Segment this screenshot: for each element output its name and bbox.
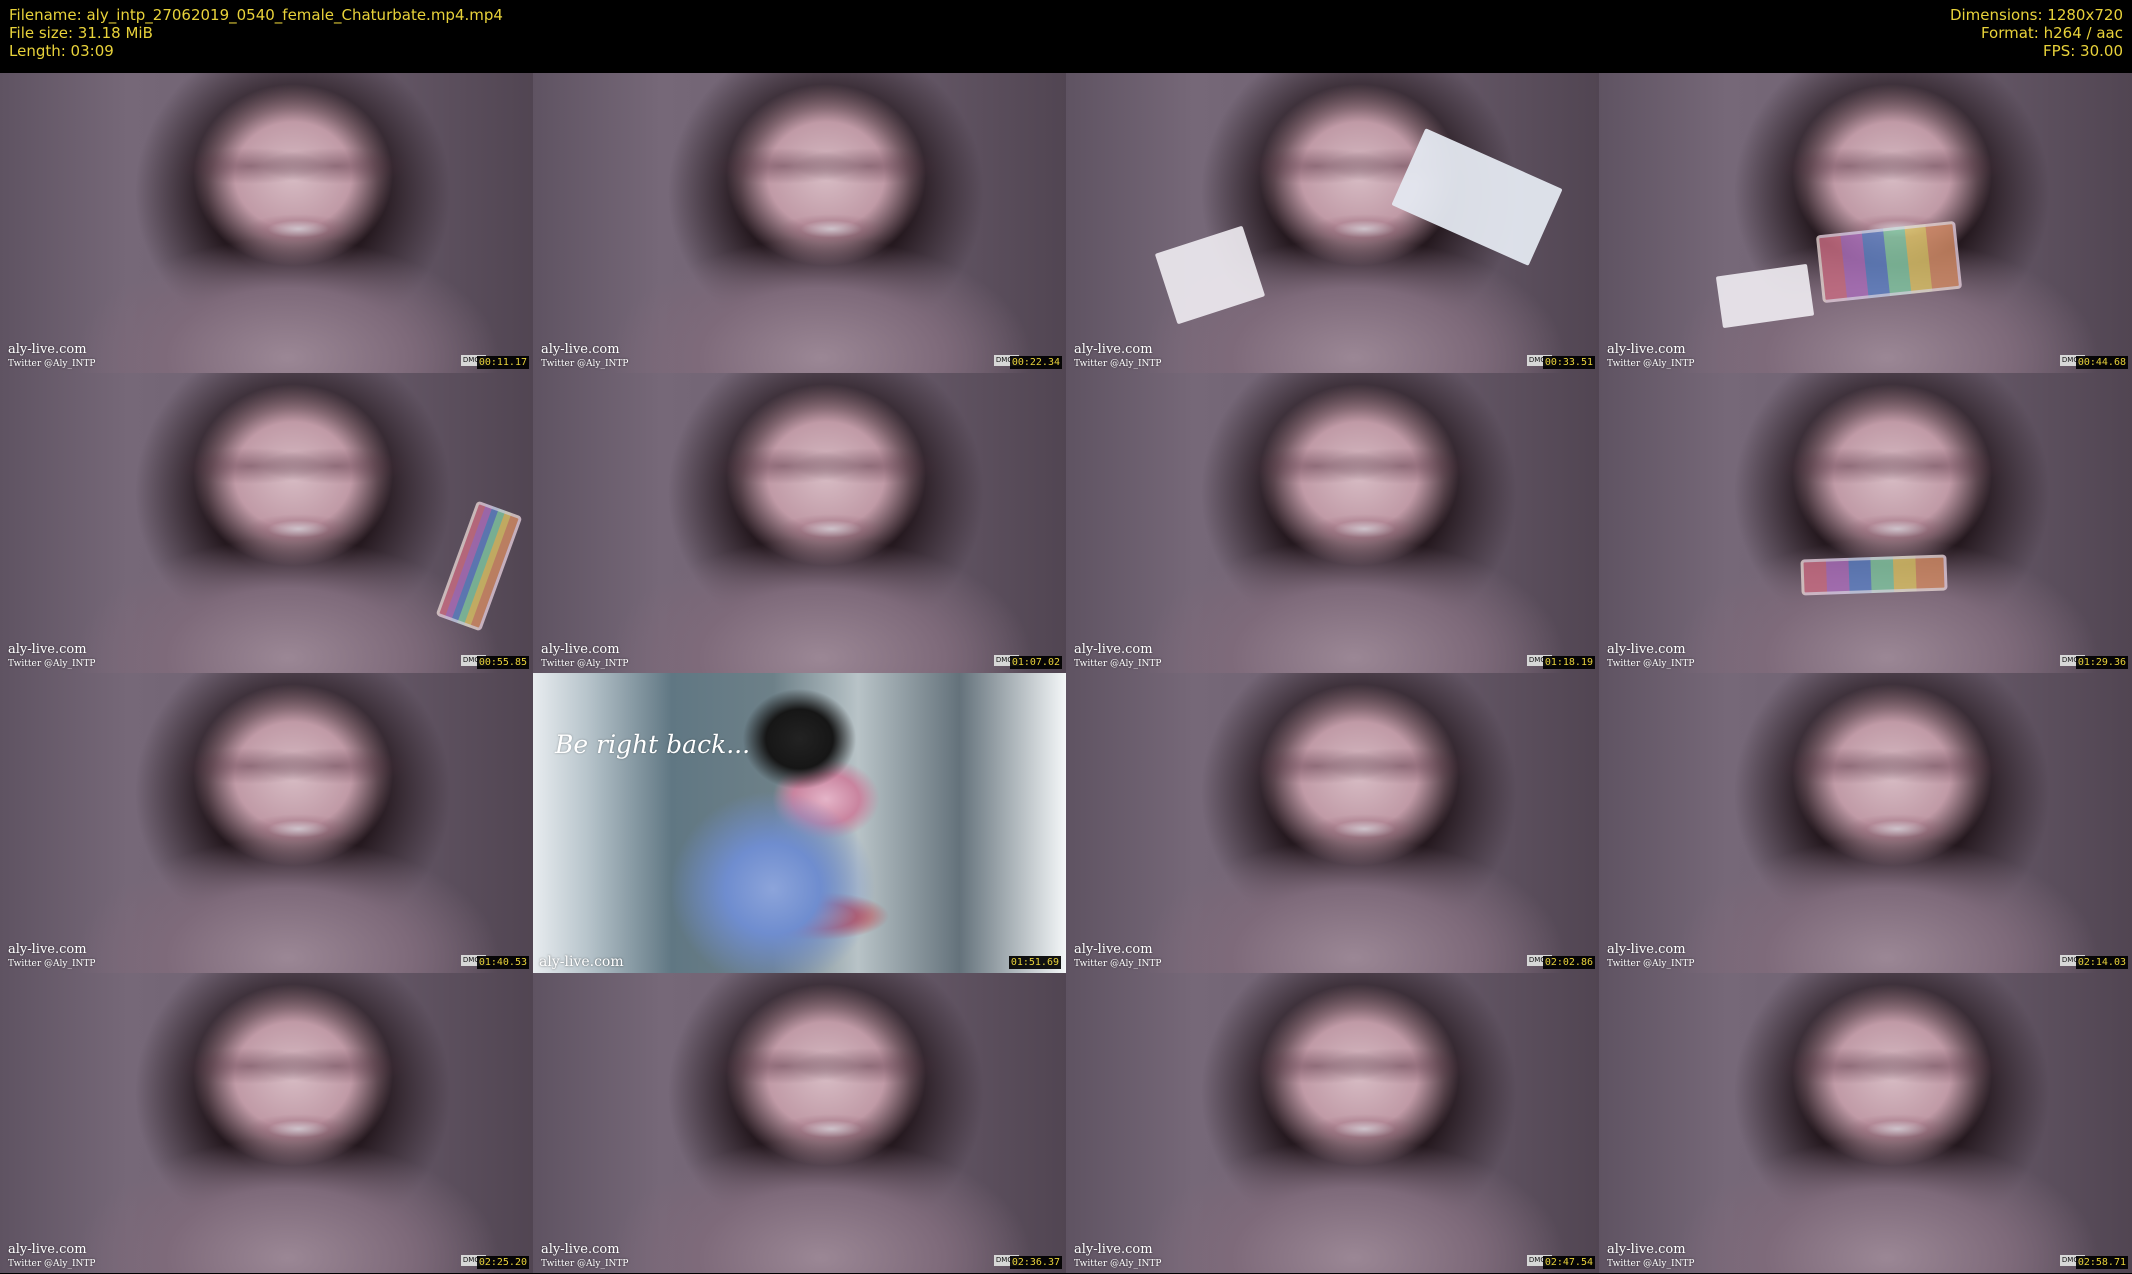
video-thumbnail-1: aly-live.com Twitter @Aly_INTP DMCA 00:1… [0,73,533,373]
watermark-site-text: aly-live.com [541,1242,620,1257]
timestamp-label: 01:40.53 [476,956,529,969]
watermark-site-text: aly-live.com [541,342,620,357]
timestamp-label: 02:47.54 [1542,1256,1595,1269]
video-thumbnail-16: aly-live.com Twitter @Aly_INTP DMCA 02:5… [1599,973,2132,1273]
watermark-twitter-text: Twitter @Aly_INTP [8,1259,96,1269]
timestamp-label: 02:58.71 [2075,1256,2128,1269]
timestamp-label: 00:22.34 [1009,356,1062,369]
makeup-palette-image [1815,220,1963,304]
watermark-site-text: aly-live.com [1074,942,1153,957]
watermark-twitter-text: Twitter @Aly_INTP [541,659,629,669]
watermark-site-text: aly-live.com [8,342,87,357]
watermark-twitter-text: Twitter @Aly_INTP [541,1259,629,1269]
watermark-site-text: aly-live.com [1607,342,1686,357]
video-thumbnail-4: aly-live.com Twitter @Aly_INTP DMCA 00:4… [1599,73,2132,373]
timestamp-label: 01:18.19 [1542,656,1595,669]
filename-text: Filename: aly_intp_27062019_0540_female_… [9,6,503,24]
watermark-site-text: aly-live.com [1074,642,1153,657]
video-thumbnail-11: aly-live.com Twitter @Aly_INTP DMCA 02:0… [1066,673,1599,973]
watermark-site-text: aly-live.com [1607,1242,1686,1257]
timestamp-label: 00:44.68 [2075,356,2128,369]
watermark-twitter-text: Twitter @Aly_INTP [1607,659,1695,669]
watermark-twitter-text: Twitter @Aly_INTP [1607,1259,1695,1269]
watermark-twitter-text: Twitter @Aly_INTP [8,959,96,969]
be-right-back-overlay: Be right back... [555,730,751,759]
timestamp-label: 00:55.85 [476,656,529,669]
watermark-site-text: aly-live.com [541,642,620,657]
watermark-site-text: aly-live.com [1607,642,1686,657]
watermark-site-text: aly-live.com [8,642,87,657]
video-thumbnail-2: aly-live.com Twitter @Aly_INTP DMCA 00:2… [533,73,1066,373]
video-thumbnail-8: aly-live.com Twitter @Aly_INTP DMCA 01:2… [1599,373,2132,673]
watermark-twitter-text: Twitter @Aly_INTP [1074,1259,1162,1269]
timestamp-label: 01:29.36 [2075,656,2128,669]
video-thumbnail-12: aly-live.com Twitter @Aly_INTP DMCA 02:1… [1599,673,2132,973]
watermark-site-text: aly-live.com [1607,942,1686,957]
timestamp-label: 01:51.69 [1008,956,1061,969]
fps-text: FPS: 30.00 [2043,42,2123,60]
video-thumbnail-6: aly-live.com Twitter @Aly_INTP DMCA 01:0… [533,373,1066,673]
timestamp-label: 02:02.86 [1542,956,1595,969]
video-thumbnail-15: aly-live.com Twitter @Aly_INTP DMCA 02:4… [1066,973,1599,1273]
watermark-site-text: aly-live.com [539,954,624,970]
contact-sheet-header: Filename: aly_intp_27062019_0540_female_… [0,0,2132,73]
timestamp-label: 01:07.02 [1009,656,1062,669]
watermark-twitter-text: Twitter @Aly_INTP [541,359,629,369]
video-thumbnail-7: aly-live.com Twitter @Aly_INTP DMCA 01:1… [1066,373,1599,673]
watermark-twitter-text: Twitter @Aly_INTP [8,659,96,669]
timestamp-label: 02:14.03 [2075,956,2128,969]
watermark-twitter-text: Twitter @Aly_INTP [1607,359,1695,369]
video-thumbnail-14: aly-live.com Twitter @Aly_INTP DMCA 02:3… [533,973,1066,1273]
video-thumbnail-9: aly-live.com Twitter @Aly_INTP DMCA 01:4… [0,673,533,973]
format-text: Format: h264 / aac [1980,24,2123,42]
video-thumbnail-10: Be right back... aly-live.com 01:51.69 [533,673,1066,973]
watermark-twitter-text: Twitter @Aly_INTP [8,359,96,369]
watermark-site-text: aly-live.com [8,1242,87,1257]
watermark-site-text: aly-live.com [1074,342,1153,357]
timestamp-label: 02:25.20 [476,1256,529,1269]
length-text: Length: 03:09 [9,42,114,60]
paper-card-image [1154,225,1266,325]
watermark-twitter-text: Twitter @Aly_INTP [1607,959,1695,969]
video-thumbnail-5: aly-live.com Twitter @Aly_INTP DMCA 00:5… [0,373,533,673]
thumbnail-grid: aly-live.com Twitter @Aly_INTP DMCA 00:1… [0,73,2132,1274]
timestamp-label: 00:11.17 [476,356,529,369]
file-metadata-left: Filename: aly_intp_27062019_0540_female_… [9,6,503,60]
watermark-twitter-text: Twitter @Aly_INTP [1074,359,1162,369]
watermark-site-text: aly-live.com [8,942,87,957]
makeup-palette-image [1800,554,1948,596]
paper-card-image [1715,263,1815,329]
file-metadata-right: Dimensions: 1280x720 Format: h264 / aac … [1950,6,2123,60]
timestamp-label: 00:33.51 [1542,356,1595,369]
product-box-image [1391,128,1563,266]
makeup-palette-image [435,500,523,632]
timestamp-label: 02:36.37 [1009,1256,1062,1269]
video-thumbnail-13: aly-live.com Twitter @Aly_INTP DMCA 02:2… [0,973,533,1273]
watermark-site-text: aly-live.com [1074,1242,1153,1257]
file-size-text: File size: 31.18 MiB [9,24,153,42]
watermark-twitter-text: Twitter @Aly_INTP [1074,959,1162,969]
watermark-twitter-text: Twitter @Aly_INTP [1074,659,1162,669]
video-thumbnail-3: aly-live.com Twitter @Aly_INTP DMCA 00:3… [1066,73,1599,373]
dimensions-text: Dimensions: 1280x720 [1949,6,2123,24]
